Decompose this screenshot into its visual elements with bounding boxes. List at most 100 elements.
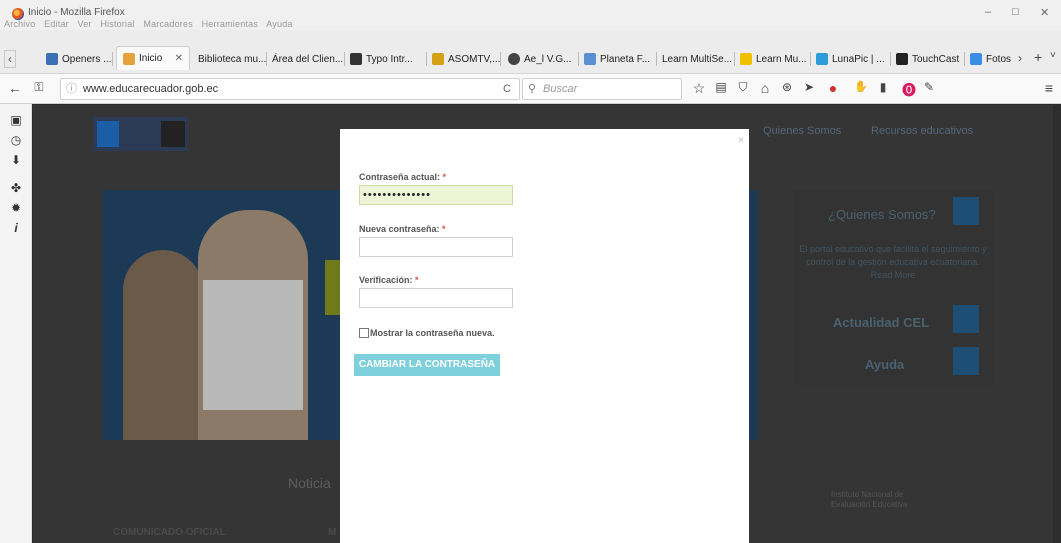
hamburger-menu-icon[interactable]: ≡	[1040, 80, 1058, 96]
lunapic-favicon-icon	[816, 53, 828, 65]
pocket-icon[interactable]: ⛉	[734, 80, 752, 95]
menu-herramientas[interactable]: Herramientas	[202, 19, 258, 29]
show-password-checkbox[interactable]	[359, 328, 369, 338]
history-clock-icon[interactable]: ◷	[8, 132, 24, 148]
actualidad-cel-label[interactable]: Actualidad CEL	[833, 315, 929, 330]
noticias-heading: Noticia	[288, 475, 331, 491]
gear-icon[interactable]: ✹	[8, 200, 24, 216]
quienes-somos-text: El portal educativo que facilita el segu…	[799, 244, 987, 280]
tab-area-cliente[interactable]: Área del Clien...	[272, 48, 343, 70]
page-scrollbar[interactable]	[1053, 105, 1061, 543]
new-password-input[interactable]	[359, 237, 513, 257]
maximize-button[interactable]: □	[1012, 6, 1019, 18]
news-column-letter: M	[328, 527, 337, 538]
required-mark: *	[442, 172, 447, 182]
required-mark: *	[415, 275, 419, 285]
pen-icon[interactable]: ✎	[920, 80, 938, 94]
minimize-button[interactable]: –	[985, 6, 991, 18]
tab-scroll-left-button[interactable]: ‹	[4, 50, 16, 68]
verification-label: Verificación: *	[359, 275, 419, 285]
ineval-logo-text: Instituto Nacional de Evaluación Educati…	[831, 490, 908, 509]
ayuda-label[interactable]: Ayuda	[865, 357, 904, 372]
show-password-label[interactable]: Mostrar la contraseña nueva.	[370, 328, 495, 338]
tab-label: Learn MultiSe...	[662, 53, 733, 65]
new-password-label-text: Nueva contraseña:	[359, 224, 440, 234]
ayuda-arrow-button[interactable]	[953, 347, 979, 375]
pinterest-icon[interactable]: ⓿	[900, 80, 918, 100]
nav-link-recursos[interactable]: Recursos educativos	[871, 125, 973, 137]
verification-label-text: Verificación:	[359, 275, 413, 285]
browser-sidebar: ▣ ◷ ⬇ ✤ ✹ i	[0, 104, 32, 543]
info-icon[interactable]: ⓘ	[66, 79, 77, 99]
menu-marcadores[interactable]: Marcadores	[143, 19, 193, 29]
send-icon[interactable]: ➤	[800, 80, 818, 94]
typo-favicon-icon	[350, 53, 362, 65]
change-password-modal: × Contraseña actual: * •••••••••••••• Nu…	[340, 129, 749, 543]
bookmark-star-icon[interactable]: ☆	[690, 80, 708, 97]
tab-openers[interactable]: Openers ...	[46, 48, 111, 70]
comunicado-oficial-link[interactable]: COMUNICADO OFICIAL	[113, 527, 226, 538]
actualidad-arrow-button[interactable]	[953, 305, 979, 333]
fotos-favicon-icon	[970, 53, 982, 65]
info-italic-icon[interactable]: i	[8, 220, 24, 236]
library-icon[interactable]: ▤	[712, 80, 730, 94]
menu-bar: Archivo Editar Ver Historial Marcadores …	[4, 19, 299, 29]
menu-editar[interactable]: Editar	[44, 19, 69, 29]
verification-input[interactable]	[359, 288, 513, 308]
tab-label: Fotos	[986, 53, 1012, 65]
adblock-icon[interactable]: ●	[824, 80, 842, 96]
close-window-button[interactable]: ✕	[1040, 6, 1049, 19]
home-icon[interactable]: ⌂	[756, 80, 774, 96]
menu-archivo[interactable]: Archivo	[4, 19, 35, 29]
tab-typo[interactable]: Typo Intr...	[350, 48, 413, 70]
tab-touchcast[interactable]: TouchCast	[896, 48, 959, 70]
new-password-label: Nueva contraseña: *	[359, 224, 446, 234]
current-password-label-text: Contraseña actual:	[359, 172, 441, 182]
puzzle-addon-icon[interactable]: ✤	[8, 180, 24, 196]
url-bar[interactable]: ⓘ www.educarecuador.gob.ec C	[60, 78, 520, 100]
tab-asomtv[interactable]: ASOMTV,...	[432, 48, 500, 70]
reload-icon[interactable]: C	[503, 79, 511, 99]
tab-label: Biblioteca mu...	[198, 53, 267, 65]
tab-strip: ‹ Openers ... Inicio ✕ Biblioteca mu... …	[0, 30, 1061, 74]
tab-biblioteca[interactable]: Biblioteca mu...	[198, 48, 266, 70]
tab-learn-mu[interactable]: Learn Mu...	[740, 48, 807, 70]
tab-label: Learn Mu...	[756, 53, 807, 65]
tab-label: Typo Intr...	[366, 53, 413, 65]
tab-fotos[interactable]: Fotos	[970, 48, 1011, 70]
tab-lunapic[interactable]: LunaPic | ...	[816, 48, 885, 70]
quienes-somos-arrow-button[interactable]	[953, 197, 979, 225]
nav-link-quienes-somos[interactable]: Quienes Somos	[763, 125, 841, 137]
new-tab-plus-icon[interactable]: +	[1034, 49, 1042, 65]
extension-icon[interactable]: ✋	[852, 80, 870, 93]
menu-ver[interactable]: Ver	[78, 19, 92, 29]
modal-close-icon[interactable]: ×	[738, 135, 744, 146]
tab-label: Inicio	[139, 53, 163, 64]
tab-inicio[interactable]: Inicio ✕	[116, 46, 190, 70]
back-arrow-icon[interactable]: ←	[6, 80, 24, 96]
clipboard-icon[interactable]: ▮	[874, 80, 892, 94]
tab-learn-multise[interactable]: Learn MultiSe...	[662, 48, 732, 70]
tab-label: ASOMTV,...	[448, 53, 501, 65]
navigation-bar: ← ⚿ ⓘ www.educarecuador.gob.ec C ⚲ Busca…	[0, 74, 1061, 104]
tab-close-icon[interactable]: ✕	[175, 53, 183, 64]
touchcast-favicon-icon	[896, 53, 908, 65]
current-password-input[interactable]: ••••••••••••••	[359, 185, 513, 205]
learn-favicon-icon	[740, 53, 752, 65]
tab-scroll-right-icon[interactable]: ›	[1018, 51, 1022, 65]
menu-ayuda[interactable]: Ayuda	[266, 19, 292, 29]
key-icon[interactable]: ⚿	[30, 80, 48, 95]
tab-planeta[interactable]: Planeta F...	[584, 48, 650, 70]
search-bar[interactable]: ⚲ Buscar	[522, 78, 682, 100]
menu-historial[interactable]: Historial	[100, 19, 134, 29]
tab-label: Área del Clien...	[272, 53, 344, 65]
change-password-button[interactable]: CAMBIAR LA CONTRASEÑA	[354, 354, 500, 376]
current-password-label: Contraseña actual: *	[359, 172, 446, 182]
tab-list-chevron-icon[interactable]: ˅	[1050, 50, 1056, 61]
sync-icon[interactable]: ⊛	[778, 80, 796, 94]
sidebar-toggle-icon[interactable]: ▣	[8, 112, 24, 128]
download-arrow-icon[interactable]: ⬇	[8, 152, 24, 168]
openers-favicon-icon	[46, 53, 58, 65]
tab-ae-lvg[interactable]: Ae_l V.G...	[508, 48, 571, 70]
quienes-somos-title[interactable]: ¿Quienes Somos?	[828, 207, 936, 222]
